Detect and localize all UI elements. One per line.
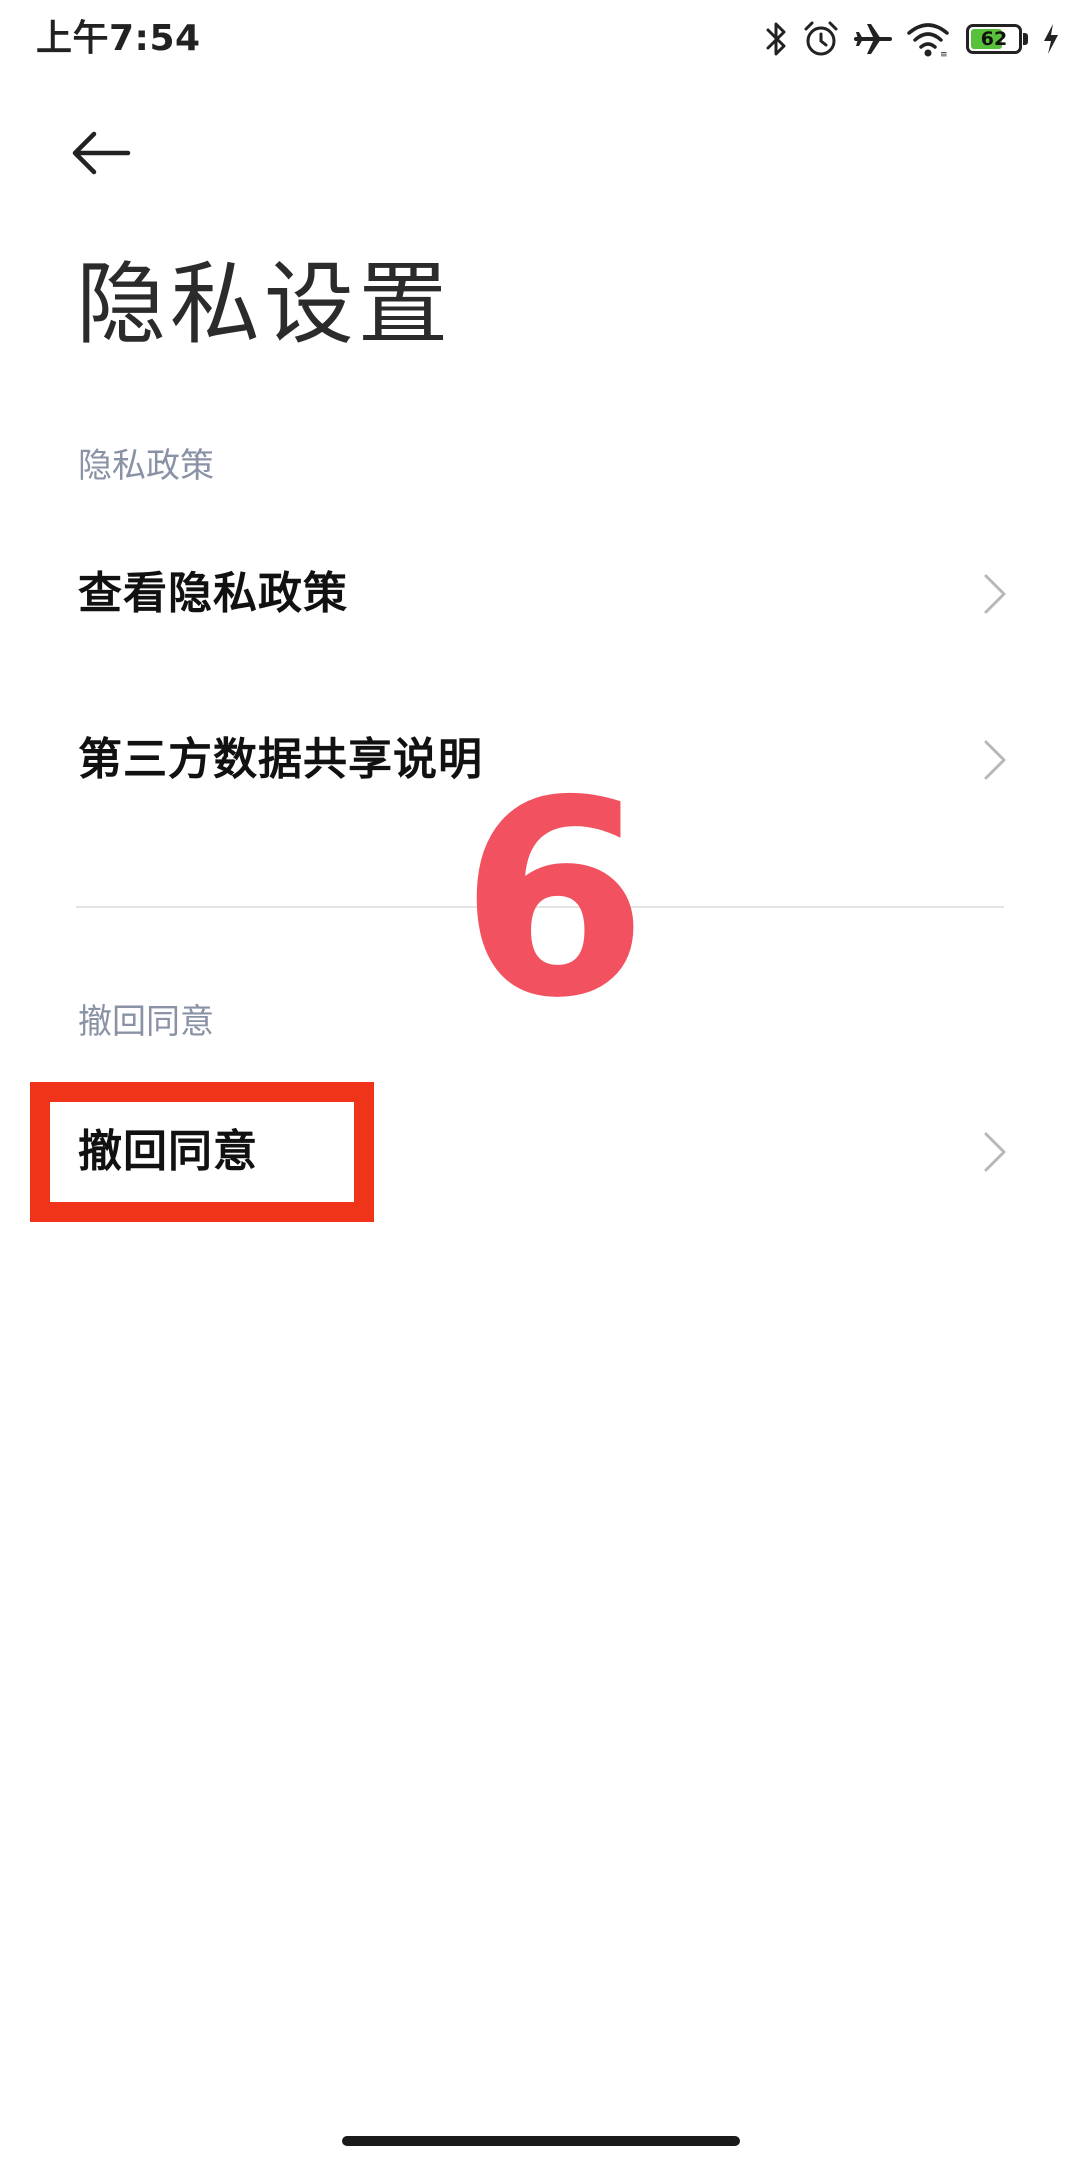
arrow-left-icon [72,131,131,175]
withdraw-consent-item[interactable]: 撤回同意 [0,1072,1080,1232]
view-privacy-policy-item[interactable]: 查看隐私政策 [0,514,1080,674]
home-indicator[interactable] [342,2136,740,2146]
back-button[interactable] [70,118,150,188]
bluetooth-icon [764,20,788,58]
battery-icon: 62 [966,24,1028,54]
item-label: 查看隐私政策 [78,568,348,619]
privacy-settings-screen: 上午7:54 ≡ 62 隐私设置 隐私政策 查看隐私政策 第三方数据共享说明 撤… [0,0,1080,2160]
svg-text:≡: ≡ [940,50,948,58]
status-time: 上午7:54 [36,18,201,59]
alarm-icon [802,20,840,58]
page-title: 隐私设置 [76,252,452,357]
battery-level: 62 [980,28,1008,50]
section-header-privacy-policy: 隐私政策 [78,446,214,486]
chevron-right-icon [984,574,1006,614]
chevron-right-icon [984,740,1006,780]
airplane-icon [854,20,892,58]
item-label: 第三方数据共享说明 [78,734,483,785]
chevron-right-icon [984,1132,1006,1172]
step-number-annotation: 6 [460,742,648,1057]
status-bar: 上午7:54 ≡ 62 [0,0,1080,80]
charging-icon [1042,22,1060,56]
status-icons: ≡ 62 [750,18,1060,60]
wifi-icon: ≡ [906,20,950,58]
item-label: 撤回同意 [78,1126,258,1177]
section-header-withdraw-consent: 撤回同意 [78,1002,214,1042]
